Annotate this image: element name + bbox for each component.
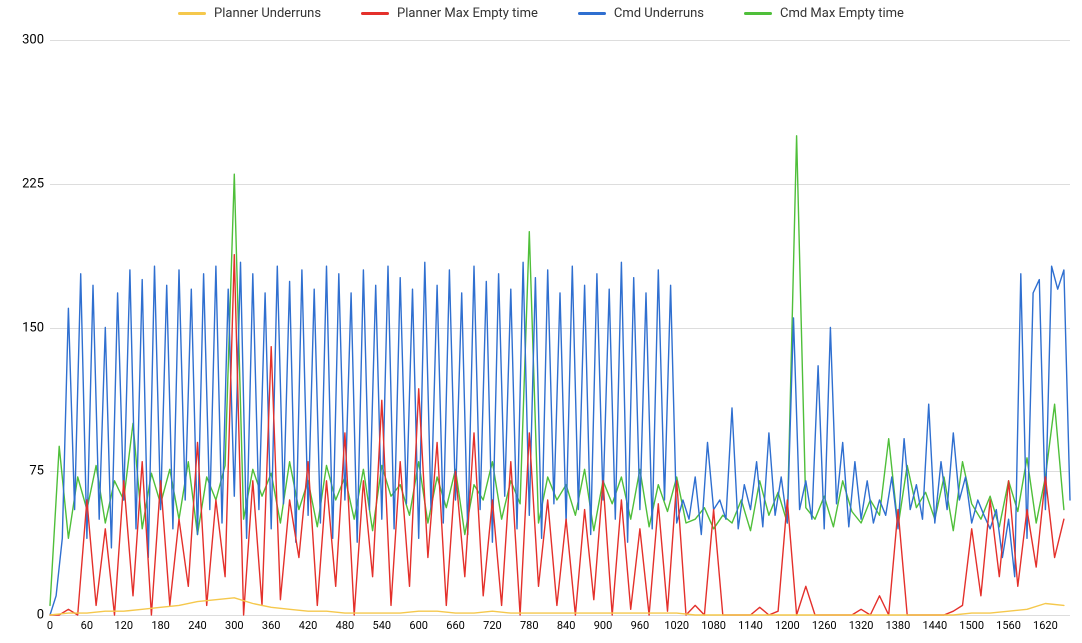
legend-item-planner-max-empty: Planner Max Empty time <box>361 6 538 21</box>
x-tick-label: 360 <box>262 619 281 632</box>
x-tick-label: 480 <box>336 619 355 632</box>
chart-container: Planner Underruns Planner Max Empty time… <box>0 0 1082 643</box>
legend-item-cmd-underruns: Cmd Underruns <box>578 6 704 21</box>
y-tick-label: 300 <box>0 33 44 48</box>
x-tick-label: 840 <box>557 619 576 632</box>
legend-label: Cmd Max Empty time <box>780 6 904 21</box>
x-tick-label: 1140 <box>738 619 763 632</box>
x-tick-label: 960 <box>631 619 650 632</box>
y-tick-label: 225 <box>0 176 44 191</box>
x-tick-label: 0 <box>47 619 53 632</box>
x-tick-label: 1440 <box>922 619 947 632</box>
legend-swatch <box>178 12 206 15</box>
x-tick-label: 1500 <box>959 619 984 632</box>
legend-swatch <box>744 12 772 15</box>
x-tick-label: 1020 <box>664 619 689 632</box>
legend-swatch <box>361 12 389 15</box>
legend-label: Planner Underruns <box>214 6 321 21</box>
series-line <box>50 262 1070 615</box>
x-tick-label: 1620 <box>1033 619 1058 632</box>
x-tick-label: 660 <box>446 619 465 632</box>
x-tick-label: 120 <box>114 619 133 632</box>
x-tick-label: 780 <box>520 619 539 632</box>
x-tick-label: 1260 <box>812 619 837 632</box>
x-tick-label: 300 <box>225 619 244 632</box>
x-tick-label: 1380 <box>886 619 911 632</box>
plot-area <box>50 40 1070 615</box>
x-tick-label: 420 <box>299 619 318 632</box>
legend-label: Planner Max Empty time <box>397 6 538 21</box>
legend-swatch <box>578 12 606 15</box>
x-tick-label: 1080 <box>701 619 726 632</box>
x-tick-label: 600 <box>409 619 428 632</box>
line-chart-svg <box>50 40 1070 615</box>
x-tick-label: 900 <box>594 619 613 632</box>
legend: Planner Underruns Planner Max Empty time… <box>0 0 1082 25</box>
legend-item-cmd-max-empty: Cmd Max Empty time <box>744 6 904 21</box>
y-tick-label: 0 <box>0 608 44 623</box>
x-axis: 0 60 120 180 240 300 360 420 480 540 600 660 720 780 8… <box>50 619 1070 637</box>
x-tick-label: 180 <box>151 619 170 632</box>
x-tick-label: 240 <box>188 619 207 632</box>
legend-item-planner-underruns: Planner Underruns <box>178 6 321 21</box>
x-tick-label: 1320 <box>849 619 874 632</box>
x-tick-label: 540 <box>373 619 392 632</box>
legend-label: Cmd Underruns <box>614 6 704 21</box>
y-tick-label: 150 <box>0 320 44 335</box>
x-tick-label: 720 <box>483 619 502 632</box>
x-tick-label: 60 <box>81 619 93 632</box>
y-tick-label: 75 <box>0 464 44 479</box>
x-tick-label: 1560 <box>996 619 1021 632</box>
x-tick-label: 1200 <box>775 619 800 632</box>
